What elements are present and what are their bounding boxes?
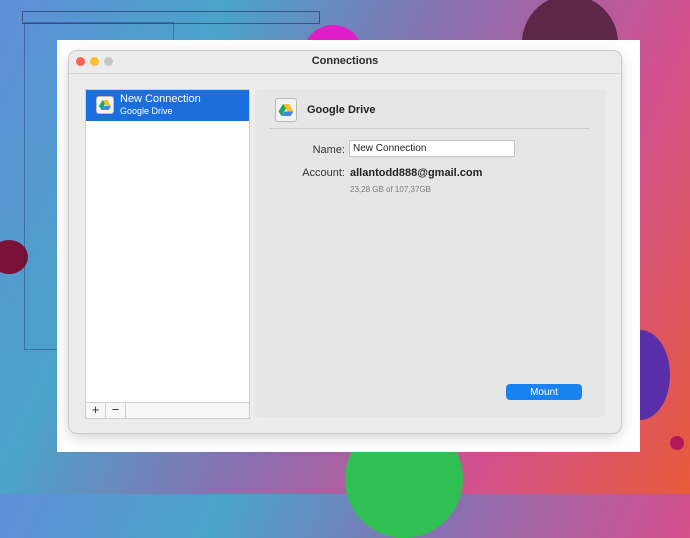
mount-button[interactable]: Mount <box>506 384 582 400</box>
google-drive-icon <box>275 98 297 122</box>
divider <box>270 128 590 129</box>
storage-usage: 23,28 GB of 107,37GB <box>350 185 431 194</box>
name-label: Name: <box>312 144 345 156</box>
list-item[interactable]: New Connection Google Drive <box>86 90 249 121</box>
window-title: Connections <box>311 55 379 67</box>
title-bar: Connections <box>69 51 621 74</box>
connection-name: New Connection <box>120 93 201 105</box>
connections-list: New Connection Google Drive + − <box>85 89 250 419</box>
detail-header: Google Drive <box>255 89 606 129</box>
account-label: Account: <box>302 167 345 179</box>
google-drive-icon <box>96 96 114 114</box>
add-connection-button[interactable]: + <box>86 403 106 418</box>
connection-detail: Google Drive Name: Account: allantodd888… <box>255 89 606 417</box>
account-email: allantodd888@gmail.com <box>350 167 483 179</box>
remove-connection-button[interactable]: − <box>106 403 126 418</box>
connection-name-field[interactable] <box>349 140 515 157</box>
service-name: Google Drive <box>307 104 376 116</box>
bg-small-maroon-circle <box>670 436 684 450</box>
connections-window: Connections New Connection Google Drive … <box>69 51 621 433</box>
list-toolbar: + − <box>86 402 249 418</box>
connection-service: Google Drive <box>120 106 173 116</box>
